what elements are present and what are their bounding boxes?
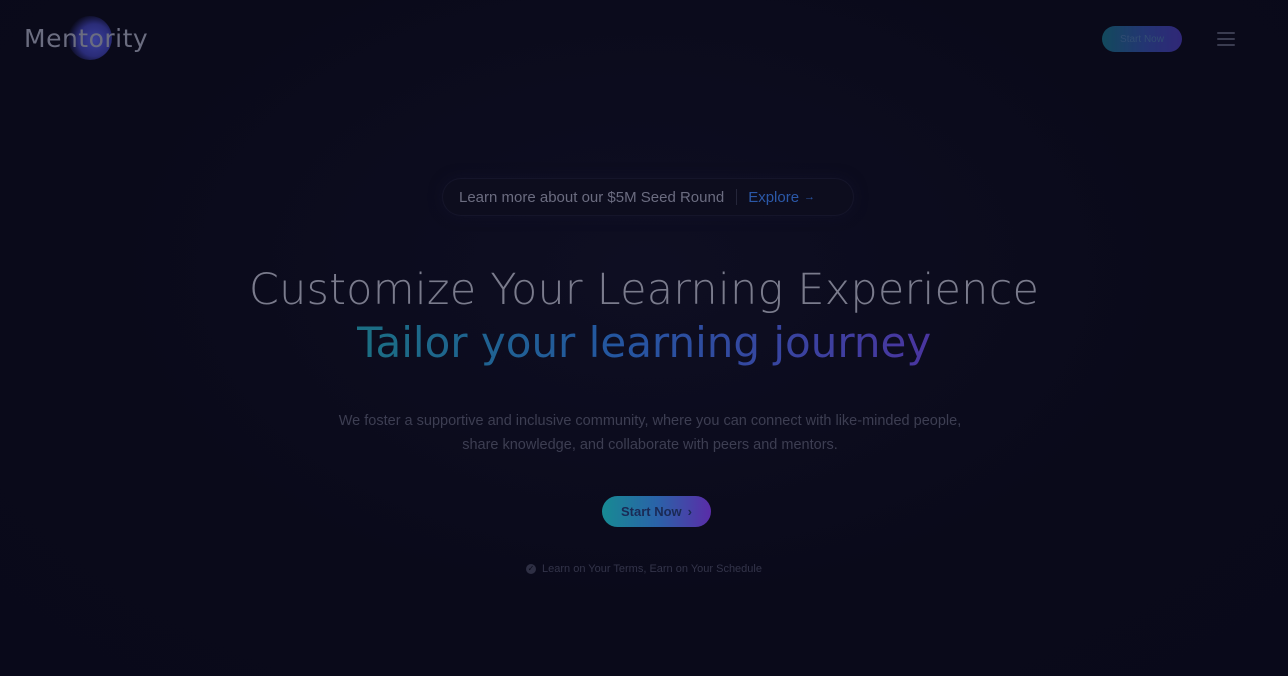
hero-description: We foster a supportive and inclusive com… bbox=[338, 413, 962, 453]
announcement-divider bbox=[736, 189, 738, 205]
header-start-now-button[interactable]: Start Now bbox=[1102, 26, 1182, 52]
explore-link-label: Explore bbox=[748, 188, 800, 206]
start-now-button[interactable]: Start Now › bbox=[602, 496, 711, 527]
hero-tagline: ✓ Learn on Your Terms, Earn on Your Sche… bbox=[0, 563, 1288, 575]
announcement-banner: Learn more about our $5M Seed Round Expl… bbox=[443, 179, 853, 215]
tagline-text: Learn on Your Terms, Earn on Your Schedu… bbox=[542, 563, 762, 575]
hero-subheadline: Tailor your learning journey bbox=[0, 318, 1288, 367]
announcement-text: Learn more about our $5M Seed Round bbox=[459, 188, 725, 206]
check-circle-icon: ✓ bbox=[526, 564, 537, 574]
hamburger-menu-icon[interactable] bbox=[1217, 32, 1235, 46]
arrow-right-icon: → bbox=[804, 191, 816, 203]
hero-subheadline-text: Tailor your learning journey bbox=[356, 318, 932, 367]
logo-text: Mentority bbox=[24, 23, 149, 53]
explore-link[interactable]: Explore → bbox=[748, 189, 815, 206]
logo[interactable]: Mentority bbox=[24, 16, 148, 60]
hero-headline: Customize Your Learning Experience bbox=[248, 265, 1040, 315]
chevron-right-icon: › bbox=[687, 504, 692, 519]
landing-page: Mentority Start Now Learn more about our… bbox=[0, 0, 1288, 676]
start-now-button-label: Start Now bbox=[620, 504, 682, 519]
